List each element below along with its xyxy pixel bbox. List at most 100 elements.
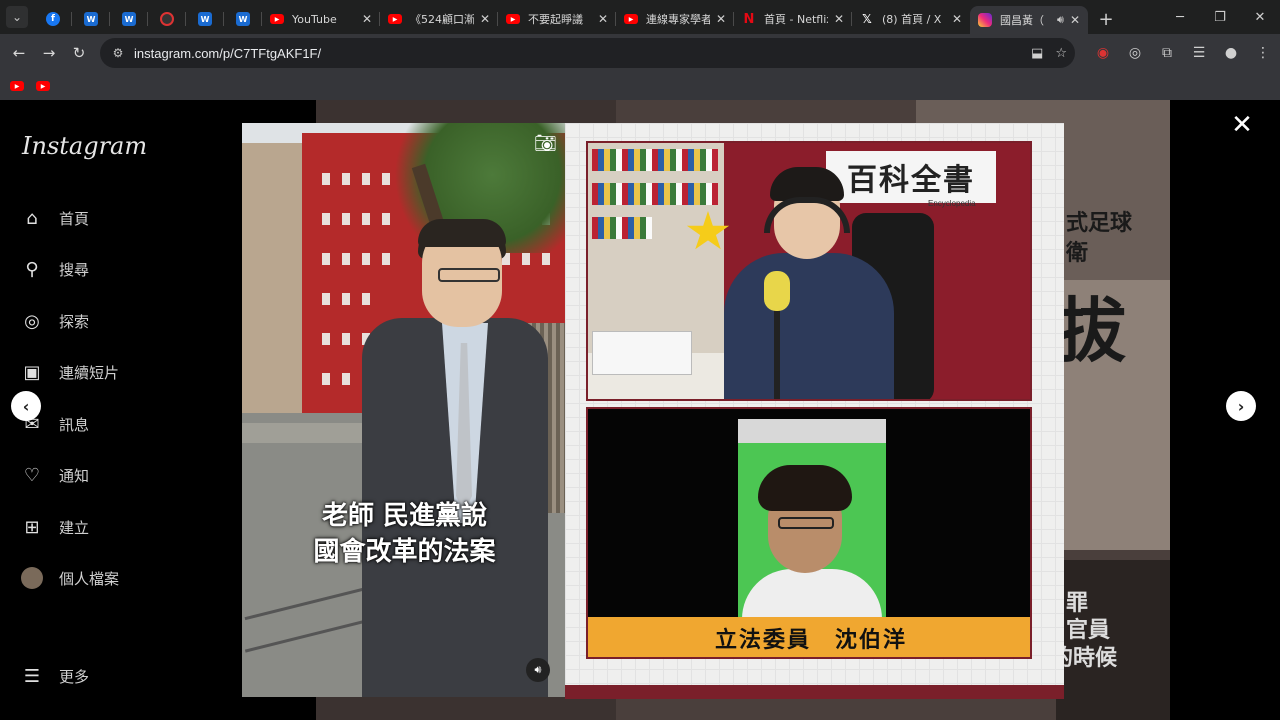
tab-youtube-2[interactable]: ▶ 《524顧口漸 ✕ [380,5,498,33]
tab-title: 首頁 - Netflix [764,13,828,26]
reading-list-icon[interactable]: ☰ [1190,45,1208,61]
bg-text: 拔 [1056,290,1126,372]
close-modal-button[interactable]: ✕ [1230,112,1254,138]
camera-extension-icon[interactable]: ◎ [1126,45,1144,61]
camera-icon: 📷︎ [534,133,557,154]
extensions-puzzle-icon[interactable]: ⧉ [1158,45,1176,61]
bookmark-star-icon[interactable]: ☆ [1055,46,1067,61]
create-icon: ⊞ [24,516,40,538]
speaker-icon: 🔊︎ [534,663,542,676]
close-window-icon[interactable]: ✕ [1240,0,1280,34]
netflix-icon: N [743,11,755,27]
microphone-icon [764,271,790,311]
studio-frame: 百科全書 Encyclopedia [586,141,1032,401]
tab-youtube-4[interactable]: ▶ 連線專家學者 ✕ [616,5,734,33]
close-icon[interactable]: ✕ [952,12,962,26]
instagram-logo[interactable]: Instagram [22,132,147,160]
tab-youtube[interactable]: ▶ YouTube ✕ [262,5,380,33]
facebook-icon: f [46,12,60,26]
close-icon[interactable]: ✕ [1070,13,1080,27]
x-icon: 𝕏 [862,12,872,26]
browser-toolbar: ← → ↻ ⚙ instagram.com/p/C7TFtgAKF1F/ ⬓ ☆… [0,34,1280,72]
wiki-icon: W [84,12,98,26]
wiki-icon: W [122,12,136,26]
site-info-icon[interactable]: ⚙ [104,46,132,60]
extension-record-icon[interactable]: ◉ [1094,45,1112,61]
new-tab-button[interactable]: + [1092,5,1120,33]
post-media[interactable]: 📷︎ 老師 民進黨說 國會改革的法案 🔊︎ 百科全書 Encyclopedia [242,123,1064,699]
tab-netflix[interactable]: N 首頁 - Netflix ✕ [734,5,852,33]
sidebar-item-home[interactable]: ⌂ 首頁 [20,202,89,234]
tab-title: 國昌黃（ [1000,14,1044,27]
youtube-icon[interactable]: ▶ [36,81,50,91]
close-icon[interactable]: ✕ [834,12,844,26]
sidebar-item-explore[interactable]: ◎ 探索 [20,305,89,337]
sidebar-item-search[interactable]: ⚲ 搜尋 [20,253,89,285]
minimize-icon[interactable]: ─ [1160,0,1200,34]
forward-button[interactable]: → [34,38,64,68]
tab-wiki-1[interactable]: W [72,5,110,33]
heart-icon: ♡ [23,464,41,486]
bg-text: 衛 [1066,241,1089,266]
sidebar-item-reels[interactable]: ▣ 連續短片 [20,356,119,388]
tab-record[interactable] [148,5,186,33]
close-icon[interactable]: ✕ [362,12,372,26]
video-subtitle: 國會改革的法案 [313,537,496,567]
panel-footer-bar [565,685,1064,699]
close-icon[interactable]: ✕ [480,12,490,26]
sidebar-item-notifications[interactable]: ♡ 通知 [20,459,89,491]
chevron-left-icon: ‹ [22,396,30,416]
tab-wiki-2[interactable]: W [110,5,148,33]
bg-text: 式足球 [1066,211,1133,236]
video-left-panel[interactable]: 📷︎ 老師 民進黨說 國會改革的法案 🔊︎ [242,123,566,697]
tab-title: YouTube [292,12,337,26]
home-icon: ⌂ [26,207,38,229]
avatar-wrapper [20,566,44,590]
tab-x[interactable]: 𝕏 (8) 首頁 / X ✕ [852,5,970,33]
tab-title: 不要起睜議 [528,13,583,26]
sidebar-item-create[interactable]: ⊞ 建立 [20,511,89,543]
instagram-icon [978,13,992,27]
hamburger-menu-icon: ☰ [23,665,41,687]
sidebar-item-more[interactable]: ☰ 更多 [20,660,89,692]
explore-icon: ◎ [24,310,40,332]
tab-wiki-4[interactable]: W [224,5,262,33]
bookmarks-bar: ▶ ▶ [0,72,1280,100]
speaker-icon[interactable]: 🔊︎ [1057,13,1064,27]
reload-button[interactable]: ↻ [64,38,94,68]
profile-icon[interactable]: ● [1222,45,1240,61]
address-bar[interactable]: ⚙ instagram.com/p/C7TFtgAKF1F/ ⬓ ☆ [100,38,1075,68]
sidebar-item-label: 更多 [59,667,90,686]
tab-title: 《524顧口漸 [410,13,474,26]
record-icon [160,12,174,26]
url-text[interactable]: instagram.com/p/C7TFtgAKF1F/ [134,46,321,61]
back-button[interactable]: ← [4,38,34,68]
close-icon[interactable]: ✕ [598,12,608,26]
tab-wiki-3[interactable]: W [186,5,224,33]
guest-caption: 立法委員 沈伯洋 [588,617,1030,657]
previous-post-button[interactable]: ‹ [11,391,41,421]
install-app-icon[interactable]: ⬓ [1031,46,1043,61]
tab-youtube-3[interactable]: ▶ 不要起睜議 ✕ [498,5,616,33]
audio-toggle-button[interactable]: 🔊︎ [526,658,550,682]
sidebar-item-profile[interactable]: 個人檔案 [20,562,119,594]
video-right-panel: 百科全書 Encyclopedia 立法委員 沈伯洋 [565,123,1064,698]
close-icon[interactable]: ✕ [716,12,726,26]
studio-banner-sub: Encyclopedia [928,199,976,208]
wiki-icon: W [198,12,212,26]
tab-facebook[interactable]: f [34,5,72,33]
tab-search-button[interactable]: ⌄ [0,0,34,34]
sidebar-item-label: 建立 [59,518,90,537]
next-post-button[interactable]: › [1226,391,1256,421]
tab-instagram-active[interactable]: 國昌黃（ 🔊︎ ✕ [970,6,1088,34]
chevron-right-icon: › [1237,396,1245,416]
restore-icon[interactable]: ❐ [1200,0,1240,34]
youtube-icon: ▶ [506,14,520,24]
search-icon: ⚲ [25,258,39,280]
chevron-down-icon: ⌄ [11,10,23,24]
tab-strip: ⌄ f W W W W ▶ YouTube ✕ ▶ 《524顧口漸 ✕ ▶ 不要… [0,0,1280,34]
menu-kebab-icon[interactable]: ⋮ [1254,45,1272,61]
sidebar-item-label: 個人檔案 [59,569,120,588]
youtube-icon[interactable]: ▶ [10,81,24,91]
avatar [21,567,43,589]
